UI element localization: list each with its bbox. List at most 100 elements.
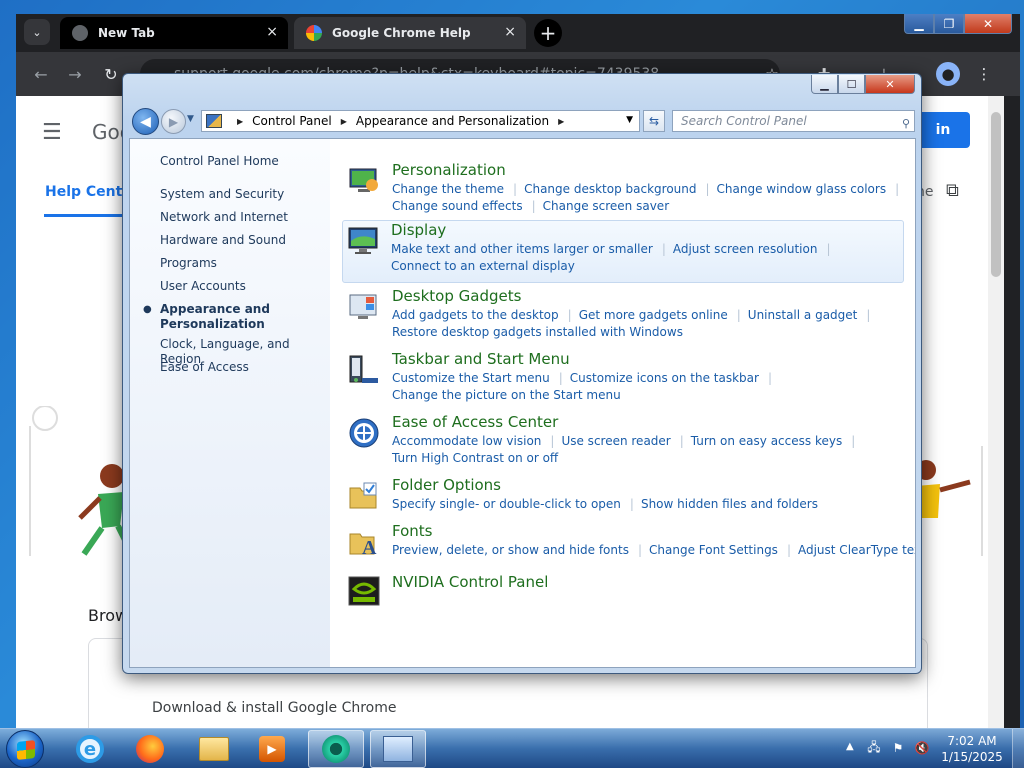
link-single-double-click[interactable]: Specify single- or double-click to open: [392, 497, 621, 511]
category-title[interactable]: Folder Options: [392, 476, 501, 494]
scrollbar-thumb[interactable]: [991, 112, 1001, 277]
breadcrumb-appearance[interactable]: Appearance and Personalization: [356, 114, 549, 128]
category-title[interactable]: Taskbar and Start Menu: [392, 350, 570, 368]
tab-close-icon[interactable]: ×: [266, 24, 278, 40]
tab-chrome-help[interactable]: Google Chrome Help ×: [294, 17, 526, 49]
profile-avatar-icon[interactable]: ●: [936, 62, 960, 86]
reload-icon[interactable]: ↻: [100, 63, 122, 85]
display-icon: [348, 227, 378, 254]
address-bar[interactable]: ▶ Control Panel ▶ Appearance and Persona…: [201, 110, 640, 132]
volume-muted-icon[interactable]: 🔇: [914, 740, 930, 756]
system-clock[interactable]: 7:02 AM 1/15/2025: [936, 733, 1008, 765]
chrome-close-button[interactable]: ✕: [964, 14, 1012, 34]
taskbar-chromium[interactable]: [308, 730, 364, 768]
back-arrow-icon[interactable]: ←: [30, 63, 52, 85]
nav-system-and-security[interactable]: System and Security: [160, 187, 284, 202]
left-navigation-pane: Control Panel Home System and Security N…: [130, 139, 330, 667]
link-restore-gadgets[interactable]: Restore desktop gadgets installed with W…: [392, 325, 683, 339]
link-uninstall-gadget[interactable]: Uninstall a gadget: [748, 308, 858, 322]
category-title[interactable]: Ease of Access Center: [392, 413, 558, 431]
network-icon[interactable]: 🖧: [866, 740, 882, 756]
link-change-start-picture[interactable]: Change the picture on the Start menu: [392, 388, 621, 402]
nvidia-icon: [348, 576, 380, 606]
link-change-sound-effects[interactable]: Change sound effects: [392, 199, 523, 213]
recent-pages-dropdown-icon[interactable]: ▼: [187, 114, 194, 124]
download-link[interactable]: Download & install Google Chrome: [152, 700, 397, 716]
taskbar: e ▶ ▲ 🖧 ⚑ 🔇 7:02 AM 1/15/2025: [0, 728, 1024, 768]
show-desktop-button[interactable]: [1012, 729, 1024, 768]
link-change-theme[interactable]: Change the theme: [392, 182, 504, 196]
link-adjust-cleartype[interactable]: Adjust ClearType text: [798, 543, 915, 557]
category-title[interactable]: Display: [391, 221, 446, 239]
link-change-desktop-background[interactable]: Change desktop background: [524, 182, 696, 196]
nav-control-panel-home[interactable]: Control Panel Home: [160, 154, 279, 169]
link-adjust-screen-resolution[interactable]: Adjust screen resolution: [673, 242, 818, 256]
internet-explorer-icon: e: [76, 735, 104, 763]
nav-hardware-and-sound[interactable]: Hardware and Sound: [160, 233, 286, 248]
category-title[interactable]: Desktop Gadgets: [392, 287, 521, 305]
back-button[interactable]: ◀: [132, 108, 159, 135]
nav-network-and-internet[interactable]: Network and Internet: [160, 210, 288, 225]
search-input[interactable]: Search Control Panel ⚲: [672, 110, 915, 132]
cp-maximize-button[interactable]: ☐: [838, 75, 865, 94]
new-tab-button[interactable]: +: [534, 19, 562, 47]
forward-arrow-icon[interactable]: →: [64, 63, 86, 85]
link-easy-access-keys[interactable]: Turn on easy access keys: [691, 434, 842, 448]
link-get-more-gadgets[interactable]: Get more gadgets online: [579, 308, 728, 322]
link-change-screen-saver[interactable]: Change screen saver: [543, 199, 670, 213]
show-hidden-icons-icon[interactable]: ▲: [846, 741, 854, 752]
hamburger-menu-icon[interactable]: ☰: [42, 120, 62, 145]
link-add-gadgets[interactable]: Add gadgets to the desktop: [392, 308, 559, 322]
category-title[interactable]: Fonts: [392, 522, 432, 540]
link-customize-taskbar-icons[interactable]: Customize icons on the taskbar: [570, 371, 759, 385]
start-button[interactable]: [6, 730, 44, 768]
taskbar-control-panel[interactable]: [370, 730, 426, 768]
refresh-button[interactable]: ⇆: [643, 110, 665, 132]
forward-button[interactable]: ▶: [161, 109, 186, 134]
tab-close-icon[interactable]: ×: [504, 24, 516, 40]
address-dropdown-icon[interactable]: ▼: [626, 115, 633, 125]
cp-close-button[interactable]: ✕: [865, 75, 915, 94]
tab-title: New Tab: [98, 26, 155, 40]
nav-appearance-and-personalization[interactable]: Appearance and Personalization: [160, 302, 270, 332]
nav-programs[interactable]: Programs: [160, 256, 217, 271]
link-use-screen-reader[interactable]: Use screen reader: [561, 434, 670, 448]
link-high-contrast[interactable]: Turn High Contrast on or off: [392, 451, 558, 465]
link-make-text-larger[interactable]: Make text and other items larger or smal…: [391, 242, 653, 256]
folder-icon: [199, 737, 229, 761]
control-panel-icon: [383, 736, 413, 762]
taskbar-media-player[interactable]: ▶: [244, 730, 300, 768]
link-show-hidden-files[interactable]: Show hidden files and folders: [641, 497, 818, 511]
category-title[interactable]: NVIDIA Control Panel: [392, 573, 548, 591]
external-link-icon[interactable]: ⧉: [946, 180, 966, 201]
link-change-font-settings[interactable]: Change Font Settings: [649, 543, 778, 557]
taskbar-file-explorer[interactable]: [186, 730, 242, 768]
ease-of-access-icon: [349, 418, 379, 448]
tab-search-button[interactable]: ⌄: [24, 19, 50, 45]
link-connect-external-display[interactable]: Connect to an external display: [391, 259, 575, 273]
breadcrumb-separator-icon[interactable]: ▶: [341, 117, 347, 126]
link-change-window-glass-colors[interactable]: Change window glass colors: [717, 182, 887, 196]
link-accommodate-low-vision[interactable]: Accommodate low vision: [392, 434, 541, 448]
nav-ease-of-access[interactable]: Ease of Access: [160, 360, 249, 375]
breadcrumb-separator-icon[interactable]: ▶: [558, 117, 564, 126]
nav-user-accounts[interactable]: User Accounts: [160, 279, 246, 294]
breadcrumb-separator-icon[interactable]: ▶: [237, 117, 243, 126]
taskbar-internet-explorer[interactable]: e: [62, 730, 118, 768]
chrome-maximize-button[interactable]: ❐: [934, 14, 964, 34]
tab-new-tab[interactable]: New Tab ×: [60, 17, 288, 49]
link-preview-fonts[interactable]: Preview, delete, or show and hide fonts: [392, 543, 629, 557]
sign-in-button[interactable]: in: [916, 112, 970, 148]
kebab-menu-icon[interactable]: ⋮: [972, 62, 996, 86]
link-customize-start-menu[interactable]: Customize the Start menu: [392, 371, 550, 385]
media-player-icon: ▶: [259, 736, 285, 762]
chrome-minimize-button[interactable]: ▁: [904, 14, 934, 34]
breadcrumb-control-panel[interactable]: Control Panel: [252, 114, 332, 128]
search-icon[interactable]: ⚲: [902, 114, 910, 134]
action-center-flag-icon[interactable]: ⚑: [890, 740, 906, 756]
cp-minimize-button[interactable]: ▁: [811, 75, 838, 94]
category-title[interactable]: Personalization: [392, 161, 506, 179]
taskbar-firefox[interactable]: [122, 730, 178, 768]
page-scrollbar[interactable]: [988, 96, 1004, 728]
clock-date: 1/15/2025: [941, 750, 1003, 764]
